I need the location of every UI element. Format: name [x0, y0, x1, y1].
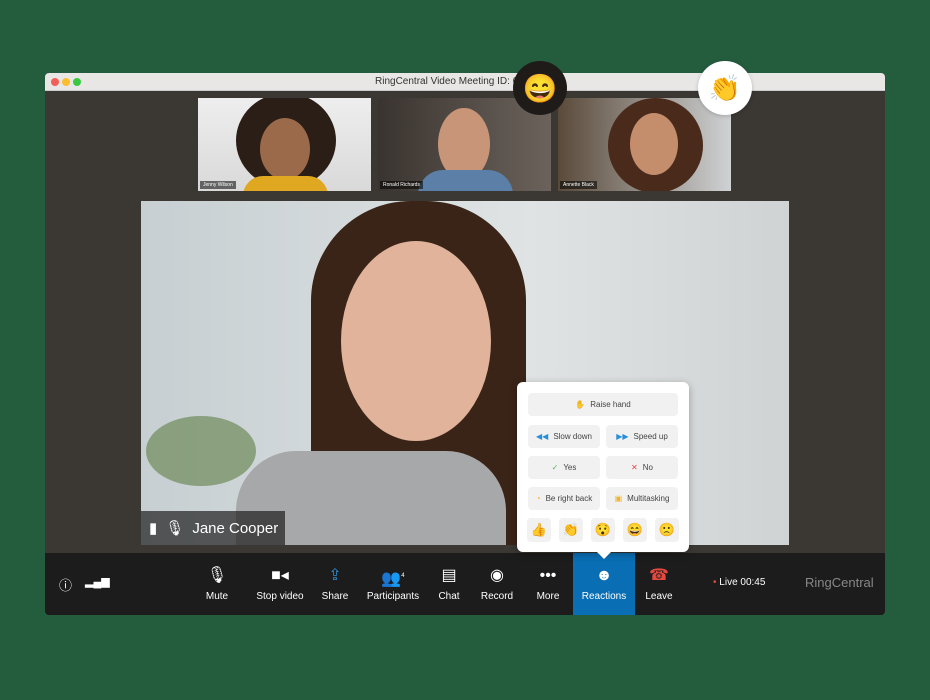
- record-button[interactable]: ◉ Record: [479, 553, 515, 615]
- stop-video-button[interactable]: ■◂ Stop video: [253, 553, 307, 615]
- hand-icon: ✋: [575, 400, 586, 409]
- raise-hand-button[interactable]: ✋ Raise hand: [528, 393, 678, 416]
- floating-reaction-grin: 😄: [513, 61, 567, 115]
- speaker-name: Jane Cooper: [192, 519, 279, 537]
- rewind-icon: ◀◀: [536, 432, 549, 441]
- clock-icon: ◔: [535, 494, 541, 503]
- close-window-button[interactable]: [51, 78, 59, 86]
- chat-button[interactable]: ▤ Chat: [433, 553, 465, 615]
- no-button[interactable]: ✕ No: [606, 456, 678, 479]
- slow-down-button[interactable]: ◀◀ Slow down: [528, 425, 600, 448]
- info-icon[interactable]: ⓘ: [59, 575, 72, 594]
- clap-reaction[interactable]: 👏: [559, 518, 583, 542]
- speaker-name-bar: ▮ 🎙 Jane Cooper: [141, 511, 285, 545]
- connection-signal-icon[interactable]: ▂▄▆: [85, 575, 110, 588]
- participant-name: Jenny Wilson: [200, 181, 236, 189]
- participant-name: Ronald Richards: [380, 181, 423, 189]
- meeting-window: RingCentral Video Meeting ID: 666 Jenny …: [45, 73, 885, 615]
- signal-strength-icon: ▮: [149, 520, 158, 537]
- active-speaker-video: ▮ 🎙 Jane Cooper: [141, 201, 789, 545]
- participants-button[interactable]: 👥4 Participants: [365, 553, 421, 615]
- camera-icon: ■◂: [271, 566, 289, 584]
- reactions-panel: ✋ Raise hand ◀◀ Slow down ▶▶ Speed up ✓ Yes …: [517, 382, 689, 559]
- participant-tile[interactable]: Annette Black: [558, 98, 731, 191]
- participant-tile[interactable]: Jenny Wilson: [198, 98, 371, 191]
- ringcentral-logo: RingCentral: [805, 575, 874, 590]
- chat-icon: ▤: [441, 566, 457, 584]
- multitasking-button[interactable]: ▣ Multitasking: [606, 487, 678, 510]
- participant-tile[interactable]: Ronald Richards: [378, 98, 551, 191]
- microphone-icon: 🎙: [206, 566, 228, 584]
- laugh-reaction[interactable]: 😄: [623, 518, 647, 542]
- floating-reaction-clap: 👏: [698, 61, 752, 115]
- reactions-icon: ☻: [595, 566, 613, 584]
- meeting-toolbar: ⓘ ▂▄▆ 🎙 Mute ■◂ Stop video ⇪ Share 👥4 Partic…: [45, 553, 885, 615]
- speed-up-button[interactable]: ▶▶ Speed up: [606, 425, 678, 448]
- record-icon: ◉: [490, 566, 504, 584]
- minimize-window-button[interactable]: [62, 78, 70, 86]
- fast-forward-icon: ▶▶: [616, 432, 629, 441]
- yes-button[interactable]: ✓ Yes: [528, 456, 600, 479]
- surprised-reaction[interactable]: 😯: [591, 518, 615, 542]
- title-bar: RingCentral Video Meeting ID: 666: [45, 73, 885, 91]
- window-title: RingCentral Video Meeting ID: 666: [375, 76, 530, 87]
- share-button[interactable]: ⇪ Share: [317, 553, 353, 615]
- participants-icon: 👥4: [381, 569, 405, 587]
- hang-up-icon: ☎: [649, 566, 669, 584]
- check-icon: ✓: [551, 463, 559, 472]
- leave-button[interactable]: ☎ Leave: [641, 553, 677, 615]
- thumbs-up-reaction[interactable]: 👍: [527, 518, 551, 542]
- multitasking-icon: ▣: [614, 494, 623, 503]
- mute-button[interactable]: 🎙 Mute: [197, 553, 237, 615]
- maximize-window-button[interactable]: [73, 78, 81, 86]
- reactions-button[interactable]: ☻ Reactions: [573, 553, 635, 615]
- be-right-back-button[interactable]: ◔ Be right back: [528, 487, 600, 510]
- more-icon: •••: [539, 566, 557, 584]
- live-indicator: • Live 00:45: [713, 577, 766, 588]
- more-button[interactable]: ••• More: [531, 553, 565, 615]
- share-screen-icon: ⇪: [328, 566, 342, 584]
- sad-reaction[interactable]: 🙁: [655, 518, 679, 542]
- microphone-icon: 🎙: [165, 520, 185, 537]
- x-icon: ✕: [631, 463, 638, 472]
- participant-name: Annette Black: [560, 181, 597, 189]
